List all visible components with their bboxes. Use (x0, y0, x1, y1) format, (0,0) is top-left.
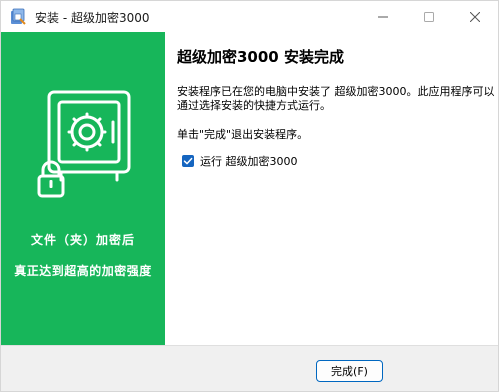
close-icon (470, 11, 480, 22)
safe-lock-icon (37, 90, 131, 198)
installer-window: 安装 - 超级加密3000 文件（夹）加密后 真正达到超高的加密强度 超级加密3… (0, 0, 499, 392)
window-title: 安装 - 超级加密3000 (35, 11, 150, 25)
page-title: 超级加密3000 安装完成 (177, 48, 344, 66)
close-button[interactable] (452, 1, 498, 32)
run-app-checkbox[interactable] (182, 155, 194, 167)
sidebar-slogan-line1: 文件（夹）加密后 (30, 233, 135, 247)
checkmark-icon (183, 157, 193, 165)
footer-bar: 完成(F) (1, 345, 498, 391)
exit-instruction: 单击"完成"退出安装程序。 (177, 128, 309, 141)
title-bar[interactable]: 安装 - 超级加密3000 (1, 1, 498, 32)
minimize-button[interactable] (360, 1, 406, 32)
installer-app-icon (11, 8, 26, 25)
run-app-label[interactable]: 运行 超级加密3000 (200, 153, 298, 169)
sidebar-slogan-line2: 真正达到超高的加密强度 (14, 264, 152, 278)
main-content: 超级加密3000 安装完成 安装程序已在您的电脑中安装了 超级加密3000。此应… (165, 32, 498, 345)
maximize-icon (424, 11, 434, 22)
maximize-button[interactable] (406, 1, 452, 32)
sidebar-banner: 文件（夹）加密后 真正达到超高的加密强度 (1, 32, 165, 345)
completion-description: 安装程序已在您的电脑中安装了 超级加密3000。此应用程序可以通过选择安装的快捷… (177, 85, 495, 112)
minimize-icon (378, 16, 388, 17)
finish-button[interactable]: 完成(F) (316, 360, 383, 382)
run-app-checkbox-row[interactable]: 运行 超级加密3000 (182, 154, 298, 168)
